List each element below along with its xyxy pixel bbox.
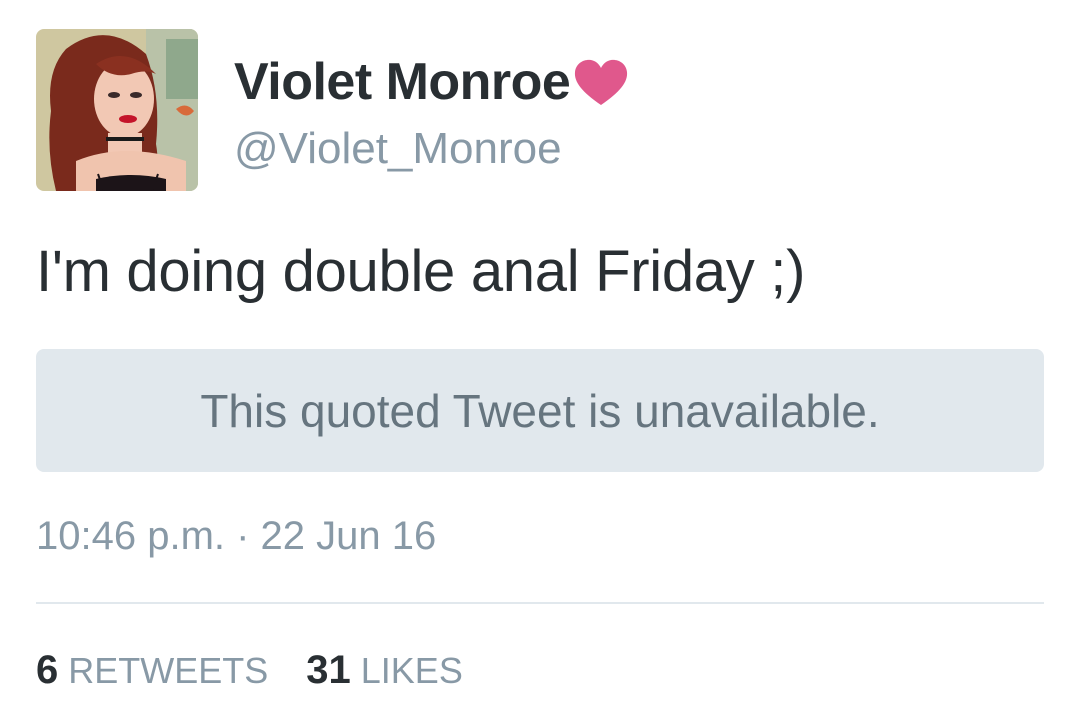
display-name[interactable]: Violet Monroe bbox=[234, 52, 571, 112]
heart-icon bbox=[575, 59, 628, 105]
tweet-timestamp: 10:46 p.m. · 22 Jun 16 bbox=[36, 514, 437, 558]
likes-label[interactable]: LIKES bbox=[361, 650, 463, 692]
avatar-image bbox=[36, 29, 198, 191]
retweets-count[interactable]: 6 bbox=[36, 648, 58, 693]
author-name-row[interactable]: Violet Monroe bbox=[234, 52, 630, 112]
retweets-label[interactable]: RETWEETS bbox=[68, 650, 268, 692]
tweet-stats: 6 RETWEETS 31 LIKES bbox=[36, 648, 463, 693]
quoted-tweet-unavailable-text: This quoted Tweet is unavailable. bbox=[200, 384, 880, 437]
divider bbox=[36, 602, 1044, 604]
tweet-text: I'm doing double anal Friday ;) bbox=[36, 239, 806, 304]
quoted-tweet-card[interactable]: This quoted Tweet is unavailable. bbox=[36, 349, 1044, 472]
likes-count[interactable]: 31 bbox=[306, 648, 351, 693]
tweet-card: Violet Monroe @Violet_Monroe I'm doing d… bbox=[0, 0, 1080, 714]
avatar[interactable] bbox=[36, 29, 198, 191]
author-handle[interactable]: @Violet_Monroe bbox=[234, 124, 562, 174]
